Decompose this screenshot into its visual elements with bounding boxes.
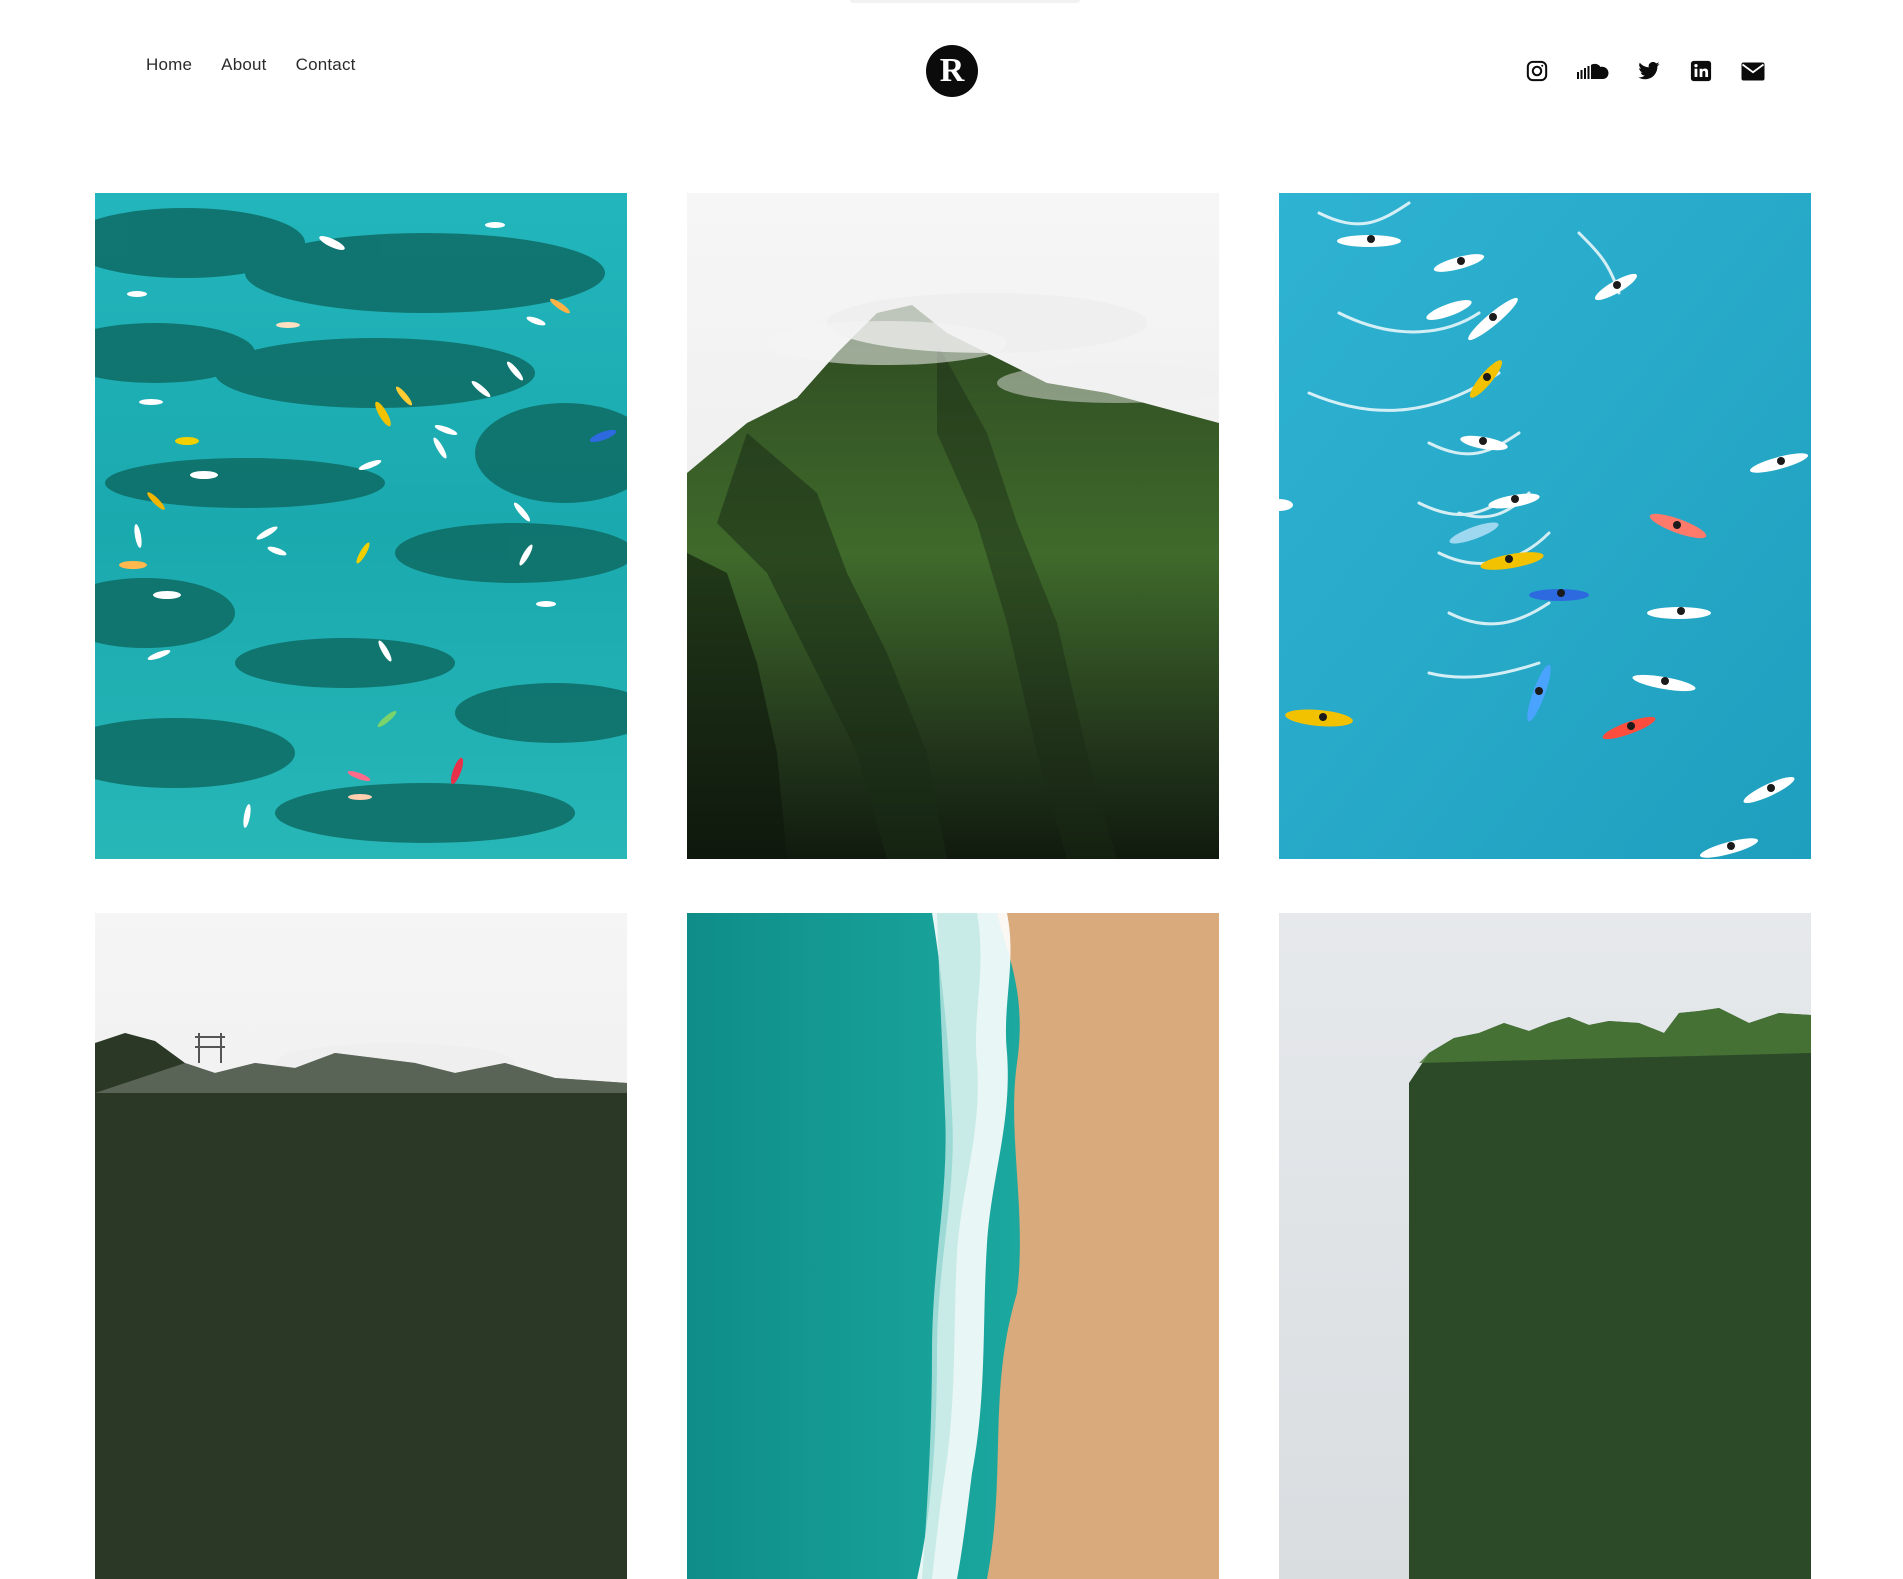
social-links — [1524, 58, 1766, 84]
photo-misty-hills-horizon[interactable] — [95, 913, 627, 1579]
logo-letter: R — [939, 52, 965, 89]
nav-about-link[interactable]: About — [221, 55, 266, 75]
photo-aerial-beach-shore[interactable] — [687, 913, 1219, 1579]
photo-green-ridge-sky[interactable] — [1279, 913, 1811, 1579]
main-nav: Home About Contact — [146, 55, 356, 75]
email-icon[interactable] — [1740, 58, 1766, 84]
instagram-icon[interactable] — [1524, 58, 1550, 84]
photo-misty-green-mountain[interactable] — [687, 193, 1219, 859]
linkedin-icon[interactable] — [1688, 58, 1714, 84]
photo-aerial-surfers-reef[interactable] — [95, 193, 627, 859]
soundcloud-icon[interactable] — [1576, 58, 1610, 84]
top-divider — [850, 0, 1080, 3]
r-logo-icon[interactable]: R — [926, 45, 978, 97]
nav-home-link[interactable]: Home — [146, 55, 192, 75]
nav-contact-link[interactable]: Contact — [296, 55, 356, 75]
photo-aerial-surfers-blue[interactable] — [1279, 193, 1811, 859]
photo-gallery — [95, 193, 1811, 1579]
twitter-icon[interactable] — [1636, 58, 1662, 84]
